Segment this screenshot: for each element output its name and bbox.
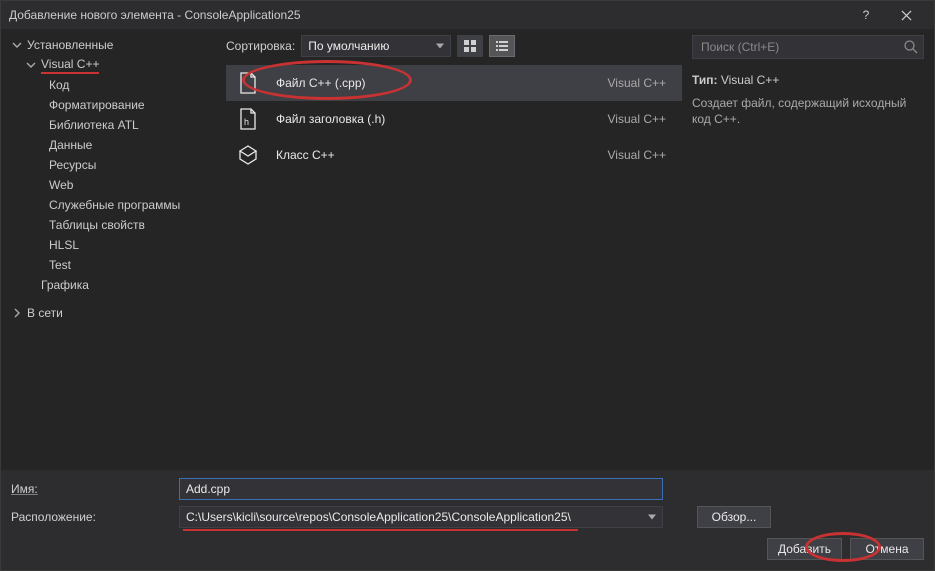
browse-label: Обзор... (712, 510, 757, 524)
info-type-label: Тип: (692, 73, 718, 87)
name-label: Имя: (11, 482, 171, 496)
template-name: Файл C++ (.cpp) (276, 76, 594, 90)
tree-label: В сети (27, 306, 63, 320)
cpp-file-icon (234, 69, 262, 97)
browse-button[interactable]: Обзор... (697, 506, 771, 528)
sort-row: Сортировка: По умолчанию (226, 29, 682, 63)
titlebar: Добавление нового элемента - ConsoleAppl… (1, 1, 934, 29)
location-value: C:\Users\kicli\source\repos\ConsoleAppli… (186, 510, 571, 524)
tree-node[interactable]: Test (7, 255, 220, 275)
help-button[interactable]: ? (846, 1, 886, 29)
template-item-h[interactable]: h Файл заголовка (.h) Visual C++ (226, 101, 682, 137)
template-item-cpp[interactable]: Файл C++ (.cpp) Visual C++ (226, 65, 682, 101)
cancel-button[interactable]: Отмена (850, 538, 924, 560)
tree-label: HLSL (49, 238, 79, 252)
search-icon (903, 39, 919, 55)
tree-label: Данные (49, 138, 92, 152)
tree-node[interactable]: Web (7, 175, 220, 195)
main-area: Установленные Visual C++ Код Форматирова… (1, 29, 934, 470)
tree-node[interactable]: Библиотека ATL (7, 115, 220, 135)
search-input[interactable]: Поиск (Ctrl+E) (692, 35, 924, 59)
sort-value: По умолчанию (308, 39, 389, 53)
tree-node-graphics[interactable]: Графика (7, 275, 220, 295)
tree-label: Форматирование (49, 98, 145, 112)
tree-node[interactable]: HLSL (7, 235, 220, 255)
template-lang: Visual C++ (608, 112, 670, 126)
info-panel: Поиск (Ctrl+E) Тип: Visual C++ Создает ф… (682, 29, 934, 470)
sort-select[interactable]: По умолчанию (301, 35, 451, 57)
template-name: Файл заголовка (.h) (276, 112, 594, 126)
chevron-right-icon (11, 307, 23, 319)
add-label: Добавить (778, 542, 831, 556)
grid-icon (463, 39, 477, 53)
template-lang: Visual C++ (608, 148, 670, 162)
tree-label: Visual C++ (41, 57, 99, 74)
tree-label: Графика (41, 278, 89, 292)
name-input[interactable]: Add.cpp (179, 478, 663, 500)
help-icon: ? (863, 8, 870, 22)
tree-label: Библиотека ATL (49, 118, 139, 132)
close-icon (901, 10, 912, 21)
chevron-down-icon (11, 39, 23, 51)
search-placeholder: Поиск (Ctrl+E) (701, 40, 903, 54)
tree-label: Служебные программы (49, 198, 180, 212)
svg-text:h: h (244, 117, 249, 127)
tree-label: Test (49, 258, 71, 272)
tree-node-visualcpp[interactable]: Visual C++ (7, 55, 220, 75)
class-icon (234, 141, 262, 169)
name-row: Имя: Add.cpp (11, 478, 924, 500)
view-list-button[interactable] (489, 35, 515, 57)
template-name: Класс C++ (276, 148, 594, 162)
tree-node[interactable]: Данные (7, 135, 220, 155)
view-grid-button[interactable] (457, 35, 483, 57)
bottom-panel: Имя: Add.cpp Расположение: C:\Users\kicl… (1, 470, 934, 570)
info-description: Создает файл, содержащий исходный код C+… (692, 95, 924, 127)
location-label: Расположение: (11, 510, 171, 524)
tree-node[interactable]: Код (7, 75, 220, 95)
chevron-down-icon (25, 59, 37, 71)
close-button[interactable] (886, 1, 926, 29)
tree-label: Код (49, 78, 69, 92)
location-input[interactable]: C:\Users\kicli\source\repos\ConsoleAppli… (179, 506, 663, 528)
template-list[interactable]: Файл C++ (.cpp) Visual C++ h Файл заголо… (226, 63, 682, 470)
template-lang: Visual C++ (608, 76, 670, 90)
dialog-buttons: Добавить Отмена (11, 538, 924, 560)
tree-label: Ресурсы (49, 158, 96, 172)
location-row: Расположение: C:\Users\kicli\source\repo… (11, 506, 924, 528)
add-button[interactable]: Добавить (767, 538, 842, 560)
tree-label: Установленные (27, 38, 113, 52)
tree-label: Таблицы свойств (49, 218, 145, 232)
tree-node-installed[interactable]: Установленные (7, 35, 220, 55)
h-file-icon: h (234, 105, 262, 133)
center-panel: Сортировка: По умолчанию Файл C++ (.cpp)… (226, 29, 682, 470)
name-value: Add.cpp (186, 482, 230, 496)
tree-node[interactable]: Форматирование (7, 95, 220, 115)
tree-node[interactable]: Служебные программы (7, 195, 220, 215)
list-icon (495, 39, 509, 53)
window-title: Добавление нового элемента - ConsoleAppl… (9, 8, 846, 22)
tree-label: Web (49, 178, 73, 192)
tree-node[interactable]: Таблицы свойств (7, 215, 220, 235)
tree-node[interactable]: Ресурсы (7, 155, 220, 175)
info-type-value: Visual C++ (721, 73, 779, 87)
sort-label: Сортировка: (226, 39, 295, 53)
cancel-label: Отмена (865, 542, 908, 556)
tree-node-online[interactable]: В сети (7, 303, 220, 323)
category-tree[interactable]: Установленные Visual C++ Код Форматирова… (1, 29, 226, 470)
template-item-class[interactable]: Класс C++ Visual C++ (226, 137, 682, 173)
info-type: Тип: Visual C++ (692, 73, 924, 87)
